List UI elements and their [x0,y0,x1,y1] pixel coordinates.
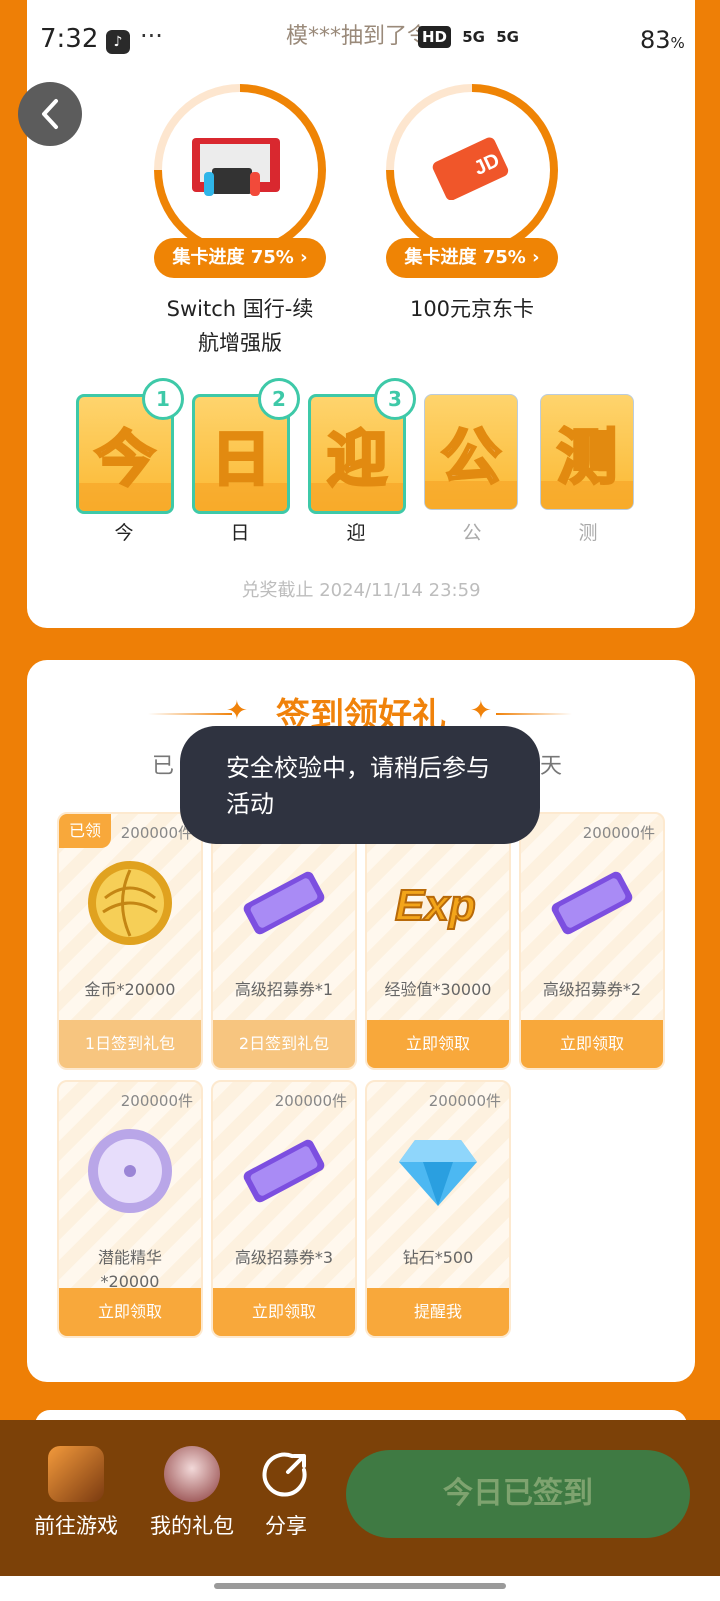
letter-label: 日 [230,522,250,544]
letter-label: 测 [578,522,598,544]
stock-count: 200000件 [274,1092,347,1110]
signin-days-prefix: 已 [152,754,175,779]
svg-text:Exp: Exp [395,881,476,930]
switch-console-icon [192,138,280,196]
home-indicator[interactable] [214,1583,506,1589]
tiktok-icon: ♪ [106,30,130,54]
remind-me-button[interactable]: 提醒我 [367,1288,509,1336]
reward-item[interactable]: 200000件 高级招募券*3 立即领取 [211,1080,357,1338]
sparkle-icon: ✦ [470,696,492,726]
ticket-icon [551,871,633,935]
stock-count: 200000件 [120,1092,193,1110]
signal-5g-icon: 5G [496,28,519,46]
gold-coin-icon [88,861,172,945]
claim-button[interactable]: 1日签到礼包 [59,1020,201,1068]
claim-button[interactable]: 2日签到礼包 [213,1020,355,1068]
gift-avatar-icon [164,1446,220,1502]
collect-progress-button[interactable]: 集卡进度 75% › [154,238,326,278]
back-button[interactable] [18,82,82,146]
reward-name: 金币*20000 [84,980,176,999]
letter-card[interactable]: 测 测 [540,394,636,544]
claim-button[interactable]: 立即领取 [521,1020,663,1068]
card-count-badge: 2 [258,378,300,420]
potential-essence-icon [88,1129,172,1213]
reward-name: 高级招募券*1 [234,980,334,999]
network-icons: HD 5G 5G [418,26,525,48]
claim-button[interactable]: 立即领取 [213,1288,355,1336]
signed-today-button[interactable]: 今日已签到 [346,1450,690,1538]
share-icon [262,1452,307,1497]
reward-item[interactable]: 200000件 钻石*500 提醒我 [365,1080,511,1338]
letter-card[interactable]: 迎 3 迎 [308,378,416,544]
status-time: 7:32 [40,24,99,54]
letter-label: 迎 [346,522,366,544]
reward-name: 经验值*30000 [384,980,492,999]
diamond-icon [399,1140,477,1206]
reward-item[interactable]: 200000件 高级招募券*2 立即领取 [519,812,665,1070]
battery-level: 83% [640,26,685,54]
hd-icon: HD [418,26,452,48]
collect-progress-button[interactable]: 集卡进度 75% › [386,238,558,278]
title-divider-right [496,713,572,715]
reward-item[interactable]: 200000件 金币*20000 1日签到礼包 已领 [57,812,203,1070]
toast-message: 安全校验中，请稍后参与活动 [180,726,540,844]
chevron-left-icon [42,99,58,129]
claim-button[interactable]: 立即领取 [59,1288,201,1336]
my-gifts-button[interactable]: 我的礼包 [142,1446,242,1540]
letter-card[interactable]: 今 1 今 [76,378,184,544]
reward-name: 高级招募券*3 [234,1248,334,1267]
stock-count: 200000件 [582,824,655,842]
letter-label: 公 [462,522,482,544]
claimed-tag: 已领 [59,814,111,848]
stock-count: 200000件 [428,1092,501,1110]
prize-name: Switch 国行-续 航增强版 [166,297,314,355]
signin-days-suffix: 天 [540,754,563,779]
ticket-icon [243,1139,325,1203]
reward-item[interactable]: 200000件 潜能精华 *20000 立即领取 [57,1080,203,1338]
claim-button[interactable]: 立即领取 [367,1020,509,1068]
jd-card-icon: JD [432,137,509,200]
redeem-deadline: 兑奖截止 2024/11/14 23:59 [241,580,481,601]
letter-card[interactable]: 日 2 日 [192,378,300,544]
go-game-button[interactable]: 前往游戏 [26,1446,126,1540]
reward-name: 钻石*500 [402,1248,474,1267]
share-button[interactable]: 分享 [236,1446,336,1540]
prize-name: 100元京东卡 [409,297,535,321]
winner-marquee: 模***抽到了令 [286,24,430,49]
signal-5g-icon: 5G [462,28,485,46]
stock-count: 200000件 [120,824,193,842]
reward-name: 潜能精华 *20000 [97,1248,162,1291]
reward-item[interactable]: 高级招募券*1 2日签到礼包 [211,812,357,1070]
more-notifications-icon: ··· [140,22,163,50]
letter-label: 今 [114,522,134,544]
exp-icon: Exp [394,880,477,931]
letter-card[interactable]: 公 公 [424,394,520,544]
card-count-badge: 3 [374,378,416,420]
card-count-badge: 1 [142,378,184,420]
reward-name: 高级招募券*2 [542,980,642,999]
status-bar: 7:32 ♪ ··· 模***抽到了令 HD 5G 5G 83% [0,0,720,84]
reward-item[interactable]: Exp 经验值*30000 立即领取 [365,812,511,1070]
ticket-icon [243,871,325,935]
game-avatar-icon [48,1446,104,1502]
